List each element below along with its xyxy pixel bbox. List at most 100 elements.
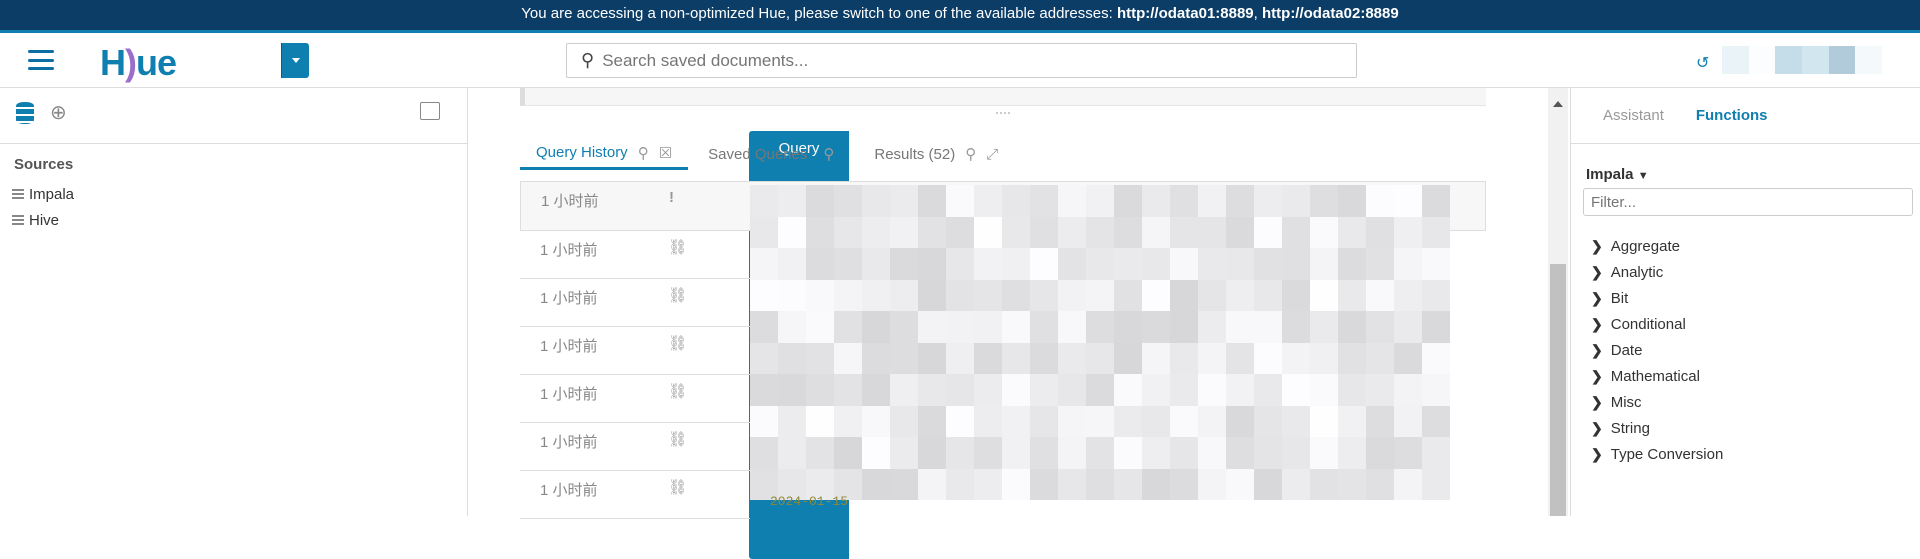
redacted-cell [862,437,890,469]
redacted-cell [778,185,806,217]
function-filter-input[interactable] [1583,188,1913,216]
scroll-up-icon[interactable] [1553,96,1563,107]
redacted-cell [1394,248,1422,280]
redacted-cell [1366,185,1394,217]
redacted-cell [778,279,806,311]
history-icon[interactable]: ↺ [1696,53,1709,73]
redacted-cell [946,248,974,280]
redacted-cell [946,342,974,374]
function-category[interactable]: ❯ Conditional [1591,311,1723,337]
redacted-cell [1338,437,1366,469]
folder-icon[interactable] [420,102,440,120]
redacted-cell [1058,216,1086,248]
redacted-cell [778,216,806,248]
redacted-cell [1170,374,1198,406]
clear-history-icon[interactable]: ☒ [659,144,672,162]
redacted-cell [890,437,918,469]
redacted-cell [890,311,918,343]
function-category[interactable]: ❯ Misc [1591,389,1723,415]
tab-results[interactable]: Results (52) ⚲ ⤢ [858,138,1014,170]
function-category[interactable]: ❯ Date [1591,337,1723,363]
sources-title: Sources [14,156,74,173]
search-icon[interactable]: ⚲ [965,145,976,163]
function-category[interactable]: ❯ Aggregate [1591,233,1723,259]
address-link-2[interactable]: http://odata02:8889 [1262,5,1399,22]
dialect-select[interactable]: Impala ▼ [1586,166,1649,183]
expand-icon[interactable]: ⤢ [986,146,998,163]
redacted-cell [974,216,1002,248]
hamburger-menu-icon[interactable] [28,50,54,70]
source-impala[interactable]: Impala [12,186,74,203]
resize-handle[interactable] [996,112,1010,114]
tab-assistant[interactable]: Assistant [1603,107,1664,124]
redacted-cell [806,374,834,406]
redacted-cell [1366,468,1394,500]
chevron-right-icon: ❯ [1591,367,1603,384]
database-icon[interactable] [16,102,34,124]
redacted-cell [806,248,834,280]
redacted-cell [1394,468,1422,500]
function-category[interactable]: ❯ String [1591,415,1723,441]
tab-query-history[interactable]: Query History ⚲ ☒ [520,138,689,170]
tab-saved-queries[interactable]: Saved Queries ⚲ [692,138,850,170]
redacted-cell [946,437,974,469]
redacted-cell [890,248,918,280]
redacted-cell [1170,185,1198,217]
redacted-cell [1002,279,1030,311]
redacted-cell [1226,248,1254,280]
redacted-cell [918,216,946,248]
redacted-query-text [750,185,1450,500]
zoom-in-icon[interactable]: ⊕ [50,100,67,125]
hue-logo[interactable]: H)ue [100,42,177,84]
unlink-icon: ⛓ [668,335,688,352]
scroll-thumb[interactable] [1550,264,1566,516]
redacted-cell [862,185,890,217]
history-row[interactable]: 1 小时前 ⛓ [520,279,750,327]
redacted-cell [750,437,778,469]
history-row[interactable]: 1 小时前 ⛓ [520,375,750,423]
redacted-cell [1170,279,1198,311]
history-time: 1 小时前 [540,338,598,355]
redacted-cell [1310,405,1338,437]
function-category[interactable]: ❯ Analytic [1591,259,1723,285]
optimization-banner: You are accessing a non-optimized Hue, p… [0,0,1920,33]
history-row[interactable]: 1 小时前 ⛓ [520,327,750,375]
redacted-cell [946,279,974,311]
redacted-cell [1142,374,1170,406]
function-category[interactable]: ❯ Mathematical [1591,363,1723,389]
history-row[interactable]: 1 小时前 ⛓ [520,471,750,519]
query-editor[interactable] [520,88,1486,106]
redacted-cell [862,468,890,500]
redacted-cell [1394,405,1422,437]
redacted-cell [750,279,778,311]
function-category[interactable]: ❯ Bit [1591,285,1723,311]
source-hive[interactable]: Hive [12,212,59,229]
unlink-icon: ⛓ [668,287,688,304]
redacted-cell [946,374,974,406]
tab-functions[interactable]: Functions [1696,107,1768,124]
redacted-cell [1030,468,1058,500]
partial-date: 2024-01-15 [770,494,849,509]
redacted-cell [1170,311,1198,343]
address-link-1[interactable]: http://odata01:8889 [1117,5,1254,22]
redacted-cell [1058,437,1086,469]
search-input[interactable] [602,50,1303,71]
unlink-icon: ⛓ [668,239,688,256]
redacted-cell [834,279,862,311]
search-icon[interactable]: ⚲ [823,145,834,163]
function-category[interactable]: ❯ Type Conversion [1591,441,1723,467]
redacted-cell [1030,342,1058,374]
query-dropdown-toggle[interactable] [281,43,309,78]
history-row[interactable]: 1 小时前 ⛓ [520,231,750,279]
user-menu[interactable] [1722,46,1883,74]
redacted-cell [1394,185,1422,217]
redacted-cell [778,248,806,280]
redacted-cell [862,216,890,248]
function-categories: ❯ Aggregate ❯ Analytic ❯ Bit ❯ Conditional ❯ Date… [1591,233,1723,467]
main-scrollbar[interactable] [1548,88,1568,516]
search-icon[interactable]: ⚲ [638,144,649,162]
redacted-cell [1422,216,1450,248]
chevron-right-icon: ❯ [1591,289,1603,306]
redacted-cell [1394,342,1422,374]
history-row[interactable]: 1 小时前 ⛓ [520,423,750,471]
